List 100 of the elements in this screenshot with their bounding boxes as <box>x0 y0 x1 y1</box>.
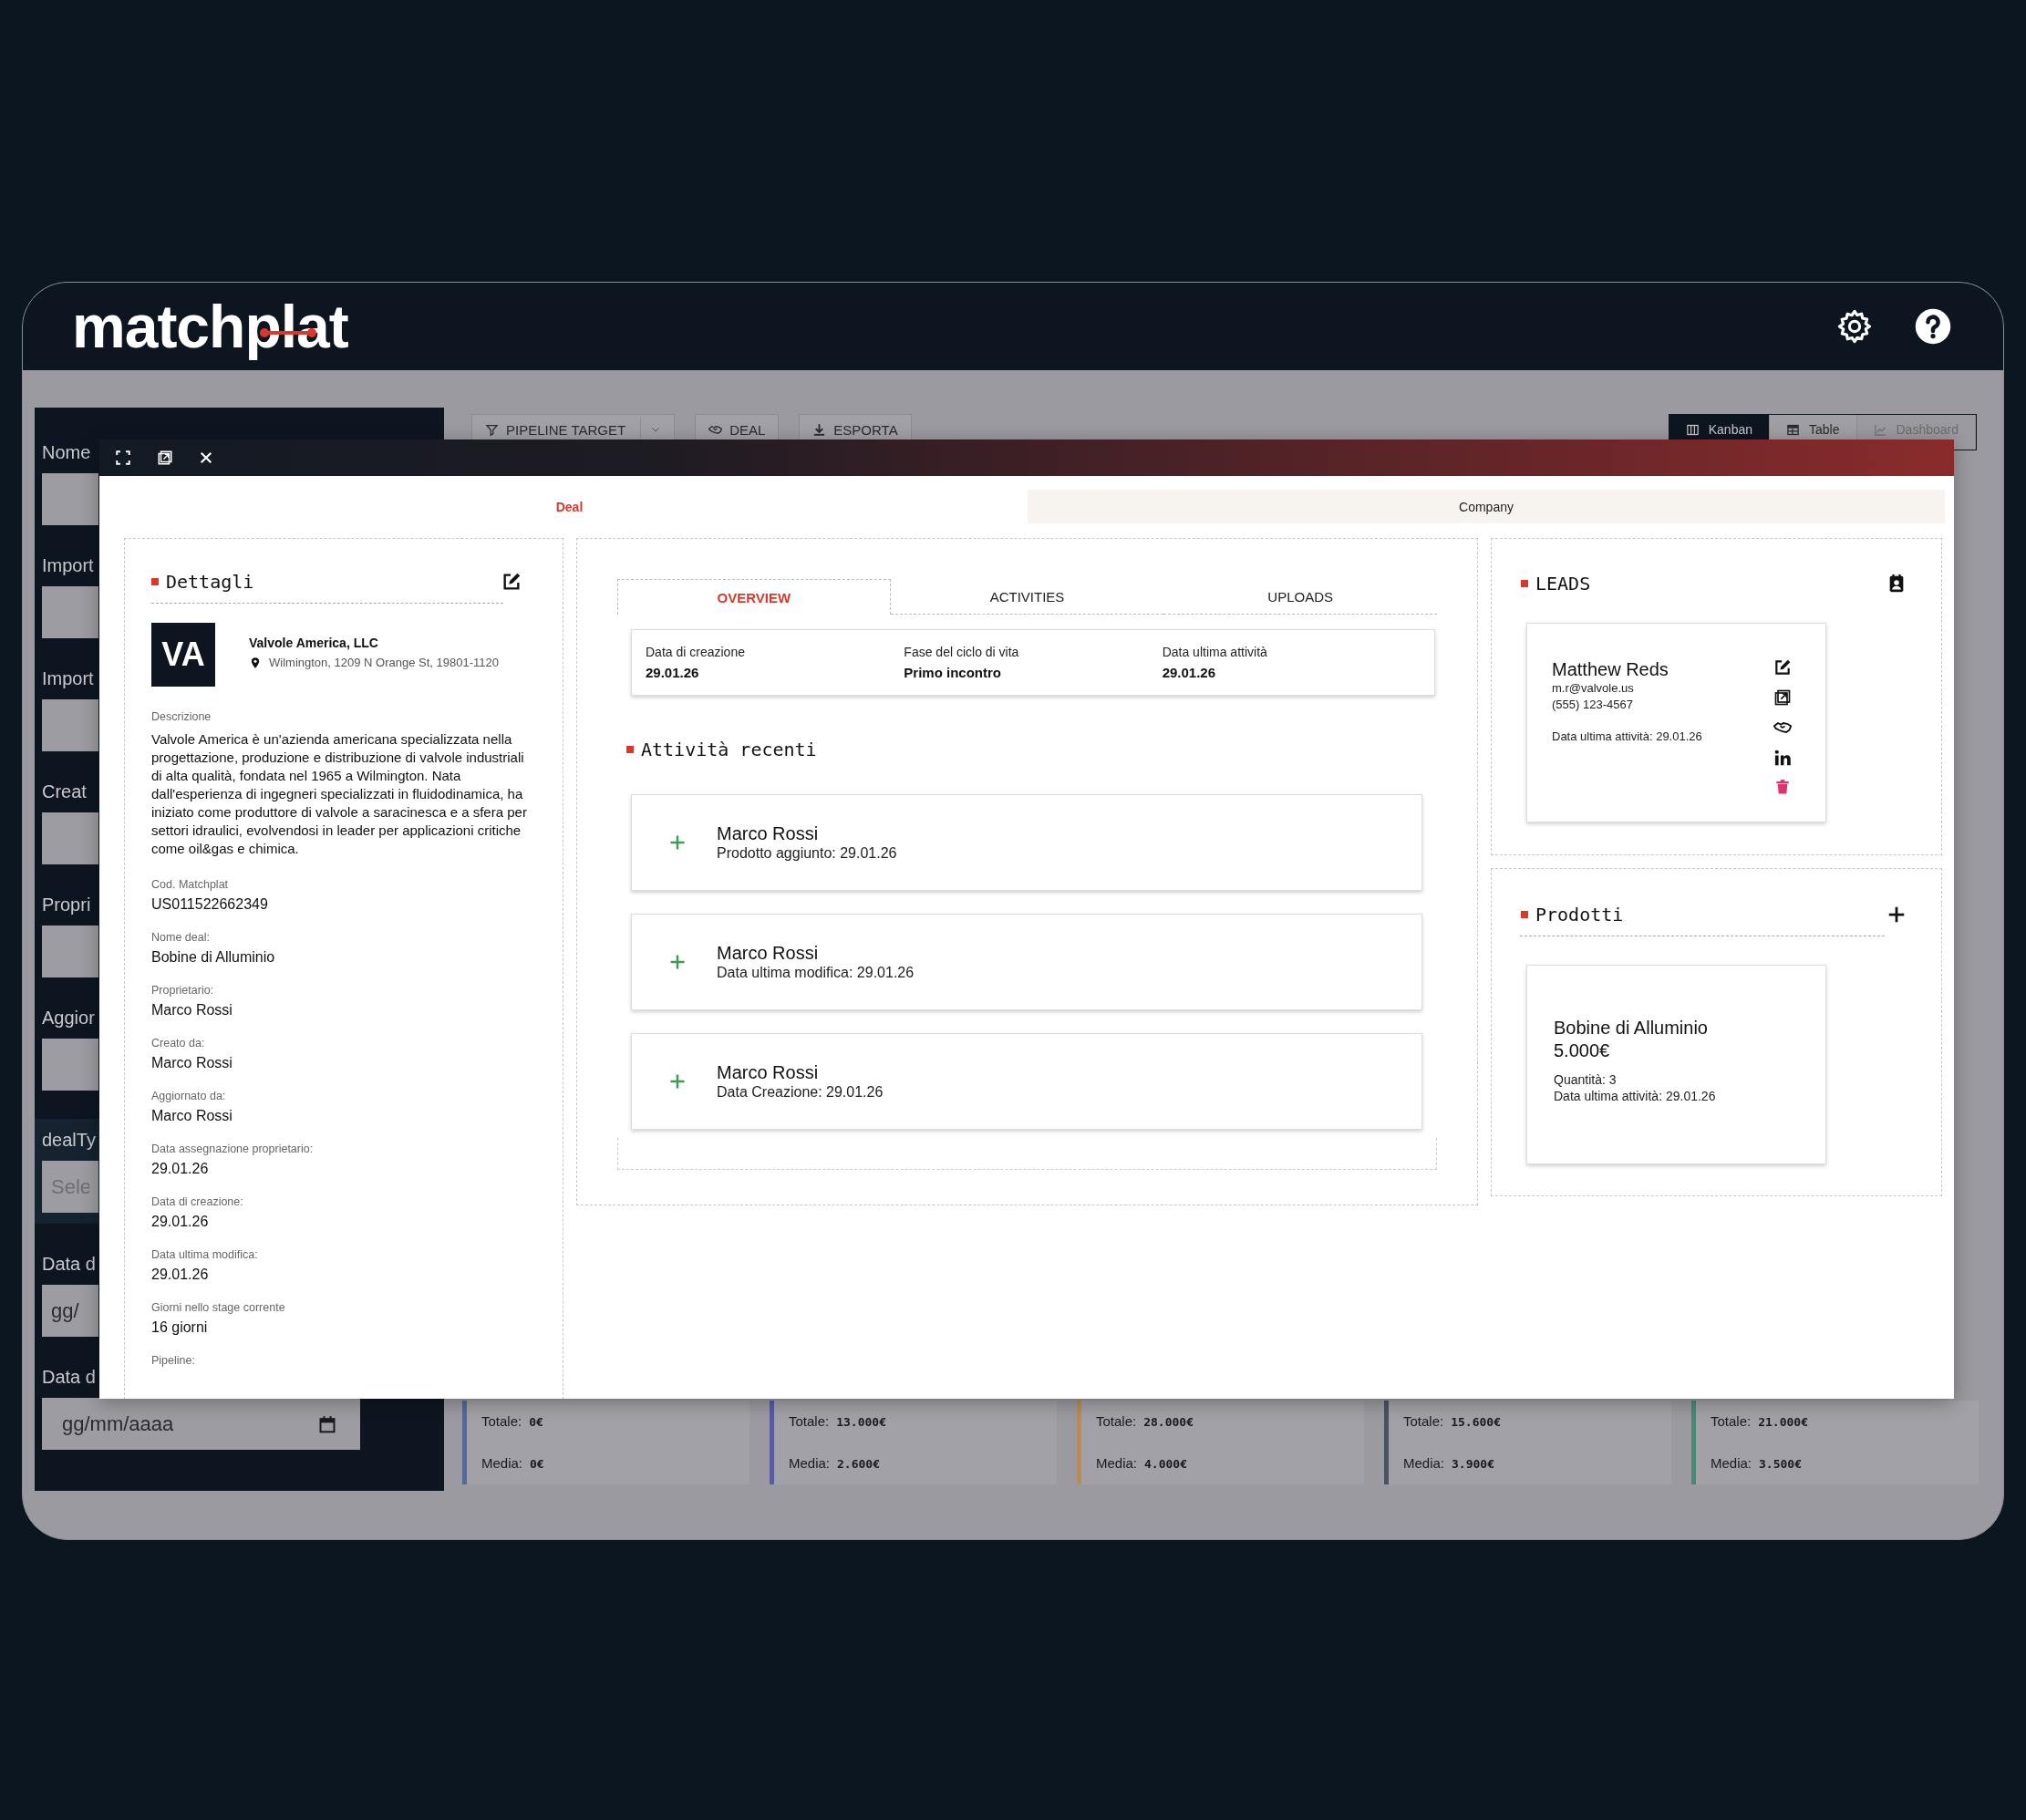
lead-phone: (555) 123-4567 <box>1552 697 1634 713</box>
input-field[interactable] <box>42 586 98 638</box>
average-label: Media: <box>1711 1454 1752 1473</box>
activity-author: Marco Rossi <box>717 822 820 844</box>
field-value: Marco Rossi <box>151 1054 233 1072</box>
field-value: 29.01.26 <box>151 1213 210 1231</box>
bullet-icon <box>626 746 634 753</box>
edit-icon[interactable] <box>1773 658 1792 677</box>
tab[interactable]: Company <box>1028 490 1945 523</box>
field-label: Data di creazione: <box>151 1194 244 1210</box>
field-label: Pipeline: <box>151 1353 196 1369</box>
average-label: Media: <box>1096 1454 1138 1473</box>
activity-detail: Data ultima modifica: 29.01.26 <box>717 964 915 982</box>
product-last-activity: Data ultima attività: 29.01.26 <box>1554 1088 1717 1104</box>
line-chart-icon <box>1873 422 1887 437</box>
tab[interactable]: OVERVIEW <box>617 579 891 615</box>
lead-last-activity: Data ultima attività: 29.01.26 <box>1552 729 1702 745</box>
trash-icon[interactable] <box>1774 779 1791 795</box>
average-value: 3.500€ <box>1759 1456 1802 1473</box>
field-label: Creato da: <box>151 1036 206 1051</box>
field-label: Import <box>42 667 94 690</box>
lead-email: m.r@valvole.us <box>1552 680 1635 697</box>
date-field[interactable]: gg/mm/aaaa <box>42 1398 360 1450</box>
input-field[interactable] <box>42 812 98 864</box>
activity-detail: Prodotto aggiunto: 29.01.26 <box>717 844 897 863</box>
field-label: Nome <box>42 441 91 464</box>
field-label: Proprietario: <box>151 983 215 998</box>
field-label: Giorni nello stage corrente <box>151 1300 286 1316</box>
input-field[interactable] <box>42 926 98 977</box>
field-label: Nome deal: <box>151 930 211 946</box>
field-label: Data assegnazione proprietario: <box>151 1142 315 1157</box>
average-label: Media: <box>481 1454 523 1473</box>
edit-icon[interactable] <box>501 572 522 592</box>
in-letters-icon[interactable] <box>1773 749 1792 767</box>
total-label: Totale: <box>1096 1412 1137 1431</box>
expand-icon[interactable] <box>115 450 131 466</box>
summary-value: 29.01.26 <box>646 665 699 681</box>
total-value: 0€ <box>529 1414 543 1431</box>
field-value: Marco Rossi <box>151 1107 233 1125</box>
field-label: Import <box>42 554 94 577</box>
total-value: 28.000€ <box>1143 1414 1194 1431</box>
section-title: LEADS <box>1535 572 1591 596</box>
section-title: Dettagli <box>166 570 254 595</box>
bullet-icon <box>151 578 159 585</box>
company-address: Wilmington, 1209 N Orange St, 19801-1120 <box>269 655 499 671</box>
field-label: Aggiornato da: <box>151 1089 227 1104</box>
summary-label: Data di creazione <box>646 644 745 660</box>
summary-value: 29.01.26 <box>1162 665 1216 681</box>
calendar-icon[interactable] <box>318 1414 336 1433</box>
field-label: Propri <box>42 894 91 916</box>
input-field[interactable] <box>42 699 98 751</box>
section-title: Prodotti <box>1535 903 1624 927</box>
add-icon[interactable] <box>1886 905 1907 925</box>
company-logo: VA <box>151 623 215 687</box>
company-name: Valvole America, LLC <box>249 635 379 651</box>
popout-icon[interactable] <box>1773 688 1792 707</box>
help-icon[interactable] <box>1914 307 1952 346</box>
summary-value: Primo incontro <box>904 665 1001 681</box>
field-value: Marco Rossi <box>151 1001 233 1019</box>
product-name: Bobine di Alluminio <box>1554 1017 1709 1039</box>
close-icon[interactable] <box>199 450 213 465</box>
columns-icon <box>1685 422 1700 437</box>
field-label: dealTy <box>42 1129 96 1152</box>
description-label: Descrizione <box>151 709 212 725</box>
field-value: Bobine di Alluminio <box>151 948 276 967</box>
field-label: Data d <box>42 1366 96 1389</box>
field-value: 29.01.26 <box>151 1266 210 1284</box>
average-value: 2.600€ <box>837 1456 880 1473</box>
table-icon <box>1786 422 1801 437</box>
summary-label: Fase del ciclo di vita <box>904 644 1019 660</box>
input-field[interactable] <box>42 473 98 525</box>
average-label: Media: <box>1403 1454 1445 1473</box>
activity-author: Marco Rossi <box>717 942 820 964</box>
plus-icon <box>668 833 687 852</box>
input-field[interactable]: gg/ <box>42 1285 98 1337</box>
field-value: 29.01.26 <box>151 1160 210 1178</box>
download-icon <box>812 422 827 437</box>
activity-author: Marco Rossi <box>717 1061 820 1083</box>
section-title: Attività recenti <box>641 738 817 762</box>
input-field[interactable] <box>42 1039 98 1091</box>
bullet-icon <box>1521 580 1528 587</box>
popout-icon[interactable] <box>157 450 173 466</box>
field-label: Cod. Matchplat <box>151 877 230 893</box>
field-label: Data ultima modifica: <box>151 1247 259 1263</box>
total-label: Totale: <box>1403 1412 1444 1431</box>
field-value: US011522662349 <box>151 895 269 914</box>
lead-name: Matthew Reds <box>1552 658 1669 680</box>
total-label: Totale: <box>481 1412 522 1431</box>
field-value: 16 giorni <box>151 1318 209 1337</box>
field-label: Creat <box>42 781 87 803</box>
average-value: 4.000€ <box>1144 1456 1187 1473</box>
total-label: Totale: <box>1711 1412 1752 1431</box>
product-price: 5.000€ <box>1554 1039 1611 1062</box>
total-value: 13.000€ <box>836 1414 886 1431</box>
plus-icon <box>668 1072 687 1091</box>
total-value: 21.000€ <box>1758 1414 1808 1431</box>
average-value: 3.900€ <box>1452 1456 1494 1473</box>
description-text: Valvole America è un'azienda americana specializzata nella progettazione, produzione e distribuzione di valvole industriali di alta qualità, fondata nel 1965 a Wilmington. Nata dall'esperienza di ingegneri specializzati in fluidodinamica, ha iniziato come produttore di valvole a saracinesca e a sfera per settori idraulici, evolvendosi in leader per applicazioni critiche come oil&gas e chimica. <box>151 730 528 858</box>
summary-label: Data ultima attività <box>1162 644 1267 660</box>
settings-icon[interactable] <box>1835 307 1874 346</box>
